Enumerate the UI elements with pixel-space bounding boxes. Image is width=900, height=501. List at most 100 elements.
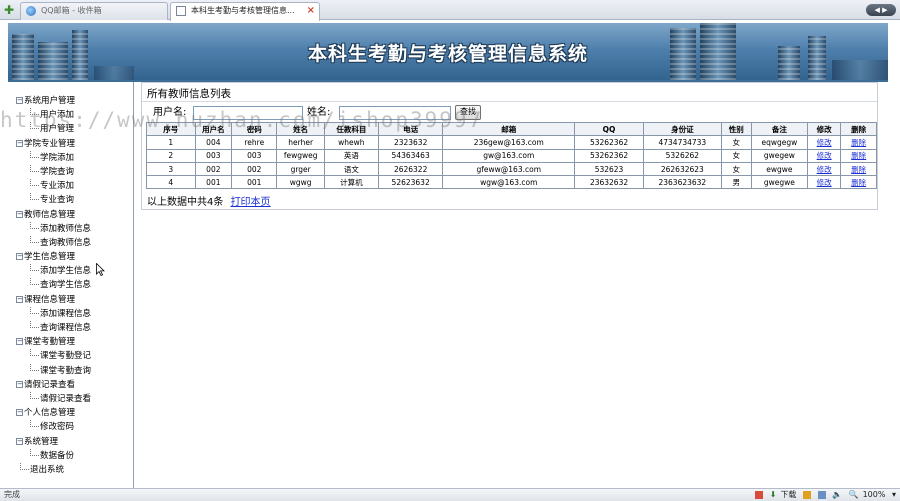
- sidebar-group-teacher[interactable]: −教师信息管理: [16, 208, 91, 222]
- collapse-icon[interactable]: −: [16, 437, 23, 445]
- sidebar-group-college[interactable]: −学院专业管理: [16, 137, 91, 151]
- sidebar-item-logout[interactable]: 退出系统: [16, 462, 91, 477]
- name-search-input[interactable]: [339, 106, 451, 120]
- sidebar-tree: −系统用户管理 用户添加 用户管理 −学院专业管理 学院添加 学院查询 专业添加…: [16, 94, 91, 477]
- sidebar-item-course-query[interactable]: 查询课程信息: [16, 321, 91, 335]
- plus-icon[interactable]: ✚: [2, 3, 16, 17]
- sidebar-item-label: 用户管理: [40, 124, 75, 135]
- collapse-icon[interactable]: −: [16, 409, 23, 417]
- bookmark-icon[interactable]: [802, 490, 811, 499]
- sidebar-item-label: 学院添加: [40, 152, 75, 163]
- delete-link[interactable]: 删除: [851, 165, 866, 174]
- sidebar-item-major-add[interactable]: 专业添加: [16, 179, 91, 193]
- table-row: 4 001 001 wgwg 计算机 52623632 wgw@163.com …: [146, 175, 877, 190]
- sidebar-item-label: 查询学生信息: [40, 280, 92, 291]
- edit-link[interactable]: 修改: [817, 138, 832, 147]
- sidebar-group-leave[interactable]: −请假记录查看: [16, 378, 91, 392]
- mouse-cursor-icon: [96, 263, 105, 276]
- table-cell: 女: [720, 161, 752, 177]
- table-cell: 53262362: [574, 135, 645, 150]
- column-header: 姓名: [276, 121, 325, 137]
- table-cell: 54363463: [377, 148, 444, 163]
- sidebar-item-attendance-query[interactable]: 课堂考勤查询: [16, 363, 91, 378]
- sidebar-group-label: 个人信息管理: [24, 408, 76, 419]
- speaker-icon[interactable]: 🔈: [832, 490, 842, 499]
- table-cell: 删除: [840, 135, 877, 150]
- sidebar-item-label: 专业添加: [40, 181, 75, 192]
- sidebar-item-college-query[interactable]: 学院查询: [16, 164, 91, 179]
- download-label[interactable]: 下载: [780, 490, 796, 499]
- sidebar-item-student-add[interactable]: 添加学生信息: [16, 264, 91, 278]
- zoom-icon[interactable]: 🔍: [849, 490, 859, 499]
- sidebar-group-student[interactable]: −学生信息管理: [16, 250, 91, 264]
- sidebar-group-label: 课程信息管理: [24, 294, 76, 305]
- sidebar-item-teacher-query[interactable]: 查询教师信息: [16, 235, 91, 250]
- collapse-icon[interactable]: −: [16, 380, 23, 388]
- username-search-input[interactable]: [193, 106, 303, 120]
- search-button[interactable]: 查找: [455, 105, 481, 120]
- collapse-icon[interactable]: −: [16, 139, 23, 147]
- edit-link[interactable]: 修改: [817, 151, 832, 160]
- print-page-link[interactable]: 打印本页: [231, 197, 271, 208]
- collapse-icon[interactable]: −: [16, 338, 23, 346]
- sidebar-group-course[interactable]: −课程信息管理: [16, 293, 91, 307]
- delete-link[interactable]: 删除: [851, 178, 866, 187]
- sidebar-item-label: 修改密码: [40, 422, 75, 433]
- sidebar-item-leave-view[interactable]: 请假记录查看: [16, 391, 92, 406]
- screenshot-icon[interactable]: [817, 490, 826, 499]
- sidebar-item-attendance-register[interactable]: 课堂考勤登记: [16, 349, 91, 363]
- site-banner: 本科生考勤与考核管理信息系统: [8, 23, 888, 80]
- sidebar-group-system[interactable]: −系统管理: [16, 435, 91, 449]
- sidebar-item-user-manage[interactable]: 用户管理: [16, 122, 91, 136]
- table-cell: 修改: [806, 175, 842, 190]
- sidebar-item-change-password[interactable]: 修改密码: [16, 420, 91, 434]
- table-cell: 52623632: [377, 175, 444, 190]
- sidebar-item-user-add[interactable]: 用户添加: [16, 108, 91, 122]
- sidebar-item-teacher-add[interactable]: 添加教师信息: [16, 221, 91, 236]
- browser-status-bar: 完成 ⬇ 下载 🔈 🔍 100% ▾: [0, 488, 900, 501]
- tree-branch-icon: [30, 264, 39, 272]
- zoom-level[interactable]: 100%: [863, 490, 886, 499]
- column-header: 邮箱: [442, 121, 576, 137]
- browser-tab-qqmail[interactable]: QQ邮箱 - 收件箱: [20, 2, 168, 20]
- download-icon[interactable]: ⬇: [770, 490, 777, 499]
- sidebar-item-label: 退出系统: [30, 464, 65, 475]
- table-cell: 2323632: [377, 135, 444, 150]
- table-cell: 1: [146, 135, 196, 150]
- sidebar-item-data-backup[interactable]: 数据备份: [16, 448, 91, 463]
- edit-link[interactable]: 修改: [817, 165, 832, 174]
- sidebar-item-label: 专业查询: [40, 195, 75, 206]
- table-cell: 删除: [840, 161, 877, 177]
- table-cell: 001: [194, 175, 233, 190]
- sidebar-item-course-add[interactable]: 添加课程信息: [16, 306, 91, 321]
- building-graphic: [94, 66, 134, 80]
- security-icon[interactable]: [755, 490, 764, 499]
- tree-branch-icon: [30, 448, 39, 456]
- tree-branch-icon: [30, 235, 39, 243]
- sidebar-item-college-add[interactable]: 学院添加: [16, 150, 91, 165]
- sidebar-item-student-query[interactable]: 查询学生信息: [16, 278, 91, 292]
- tree-branch-icon: [30, 122, 39, 130]
- sidebar-group-personal[interactable]: −个人信息管理: [16, 406, 91, 420]
- collapse-icon[interactable]: −: [16, 97, 23, 104]
- delete-link[interactable]: 删除: [851, 151, 866, 160]
- tab-scroll-arrows-icon[interactable]: ◀ ▶: [866, 4, 896, 16]
- edit-link[interactable]: 修改: [817, 178, 832, 187]
- name-label: 姓名:: [307, 107, 331, 118]
- table-cell: 53262362: [574, 148, 645, 163]
- sidebar-item-label: 请假记录查看: [40, 393, 92, 404]
- browser-tab-active[interactable]: 本科生考勤与考核管理信息... ×: [170, 2, 320, 21]
- sidebar-group-user-mgmt[interactable]: −系统用户管理: [16, 94, 91, 108]
- sidebar-group-attendance[interactable]: −课堂考勤管理: [16, 335, 91, 349]
- column-header: 性别: [720, 121, 752, 137]
- delete-link[interactable]: 删除: [851, 138, 866, 147]
- table-cell: 23632632: [574, 175, 645, 190]
- sidebar-item-major-query[interactable]: 专业查询: [16, 193, 91, 207]
- chevron-down-icon[interactable]: ▾: [892, 490, 896, 499]
- page-icon: [176, 6, 186, 16]
- close-icon[interactable]: ×: [307, 3, 315, 19]
- collapse-icon[interactable]: −: [16, 253, 23, 261]
- collapse-icon[interactable]: −: [16, 295, 23, 303]
- record-summary: 以上数据中共4条 打印本页: [147, 193, 271, 208]
- collapse-icon[interactable]: −: [16, 210, 23, 218]
